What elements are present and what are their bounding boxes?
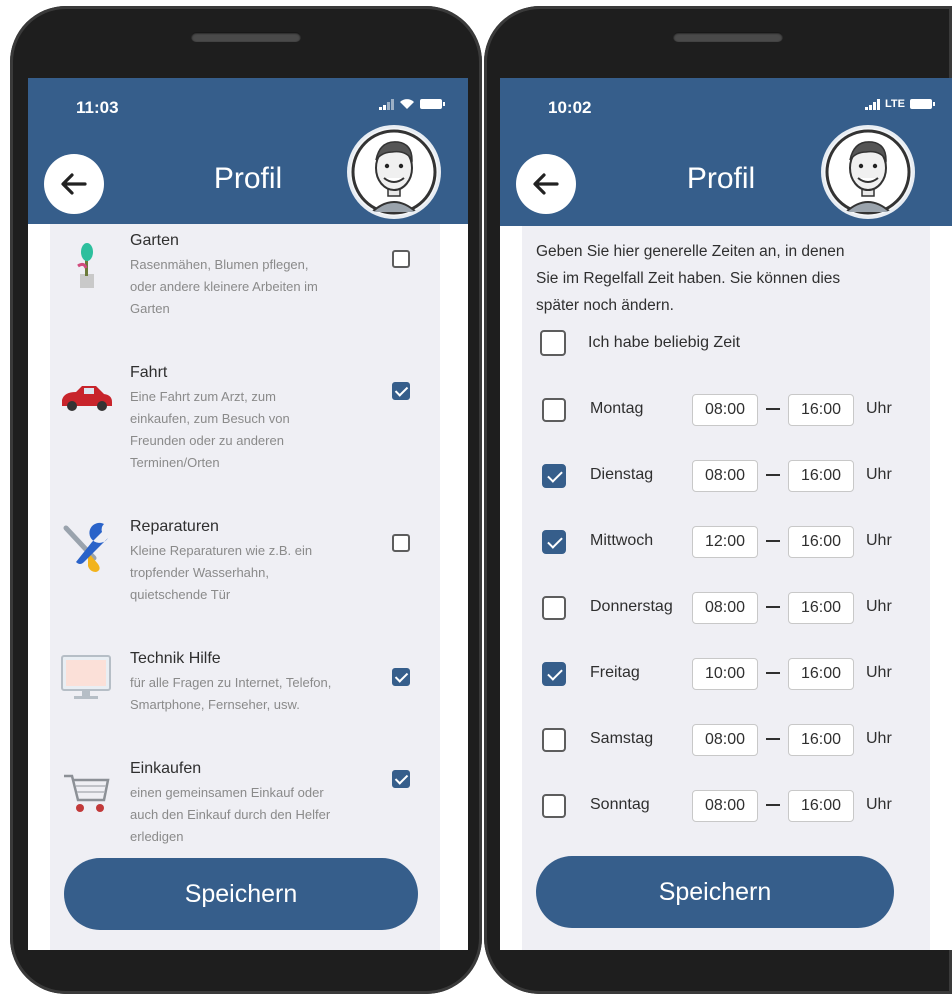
- signal-icon: [865, 98, 881, 110]
- checkbox-garten[interactable]: [392, 250, 410, 268]
- service-description: einen gemeinsamen Einkauf oder auch den …: [130, 785, 331, 844]
- day-row-sonntag: Sonntag 08:00 16:00 Uhr: [536, 788, 930, 824]
- battery-icon: [420, 99, 445, 109]
- app-header: 10:02 LTE Profil: [500, 78, 952, 226]
- speaker-grille: [191, 32, 301, 42]
- service-title: Einkaufen: [130, 760, 202, 777]
- status-icons: [379, 98, 445, 110]
- checkbox-fahrt[interactable]: [392, 382, 410, 400]
- day-label: Mittwoch: [590, 532, 654, 549]
- checkbox-montag[interactable]: [542, 398, 566, 422]
- checkbox-donnerstag[interactable]: [542, 596, 566, 620]
- day-row-freitag: Freitag 10:00 16:00 Uhr: [536, 656, 930, 692]
- plant-icon: [77, 243, 94, 288]
- unit-label: Uhr: [866, 466, 892, 483]
- network-type: LTE: [885, 98, 905, 110]
- avatar[interactable]: [824, 128, 912, 216]
- cartoon-face-icon: [825, 129, 911, 215]
- time-from-input[interactable]: 08:00: [692, 592, 758, 624]
- time-from-input[interactable]: 10:00: [692, 658, 758, 690]
- unit-label: Uhr: [866, 664, 892, 681]
- time-to-input[interactable]: 16:00: [788, 658, 854, 690]
- unit-label: Uhr: [866, 400, 892, 417]
- time-from-input[interactable]: 08:00: [692, 724, 758, 756]
- day-row-montag: Montag 08:00 16:00 Uhr: [536, 392, 930, 428]
- time-from-input[interactable]: 08:00: [692, 790, 758, 822]
- unit-label: Uhr: [866, 532, 892, 549]
- day-row-samstag: Samstag 08:00 16:00 Uhr: [536, 722, 930, 758]
- range-dash: [766, 738, 780, 740]
- service-description: Eine Fahrt zum Arzt, zum einkaufen, zum …: [130, 389, 290, 470]
- monitor-icon: [61, 655, 111, 699]
- app-header: 11:03 Profil: [28, 78, 468, 224]
- any-time-label: Ich habe beliebig Zeit: [588, 334, 741, 351]
- save-button[interactable]: Speichern: [64, 858, 418, 930]
- save-button[interactable]: Speichern: [536, 856, 894, 928]
- cart-icon: [64, 774, 110, 812]
- checkbox-reparaturen[interactable]: [392, 534, 410, 552]
- service-description: Rasenmähen, Blumen pflegen, oder andere …: [130, 257, 318, 316]
- availability-form: Geben Sie hier generelle Zeiten an, in d…: [522, 226, 930, 950]
- service-title: Technik Hilfe: [130, 650, 221, 667]
- cartoon-face-icon: [351, 129, 437, 215]
- time-from-input[interactable]: 08:00: [692, 460, 758, 492]
- status-time: 11:03: [76, 98, 119, 117]
- avatar[interactable]: [350, 128, 438, 216]
- range-dash: [766, 474, 780, 476]
- services-list: Garten Rasenmähen, Blumen pflegen, oder …: [50, 224, 440, 950]
- day-label: Sonntag: [590, 796, 650, 813]
- checkbox-any-time[interactable]: [540, 330, 566, 356]
- car-icon: [62, 386, 112, 411]
- checkbox-technik-hilfe[interactable]: [392, 668, 410, 686]
- profile-availability-screen: 10:02 LTE Profil Geben Sie hier generell…: [500, 78, 952, 950]
- range-dash: [766, 606, 780, 608]
- checkbox-sonntag[interactable]: [542, 794, 566, 818]
- service-title: Reparaturen: [130, 518, 219, 535]
- service-description: für alle Fragen zu Internet, Telefon, Sm…: [130, 675, 332, 712]
- checkbox-samstag[interactable]: [542, 728, 566, 752]
- time-from-input[interactable]: 12:00: [692, 526, 758, 558]
- checkbox-dienstag[interactable]: [542, 464, 566, 488]
- unit-label: Uhr: [866, 730, 892, 747]
- day-label: Samstag: [590, 730, 654, 747]
- time-to-input[interactable]: 16:00: [788, 592, 854, 624]
- service-description: Kleine Reparaturen wie z.B. ein tropfend…: [130, 543, 313, 602]
- wifi-icon: [400, 99, 414, 109]
- day-label: Freitag: [590, 664, 640, 681]
- signal-icon: [379, 98, 394, 110]
- range-dash: [766, 408, 780, 410]
- intro-text: Geben Sie hier generelle Zeiten an, in d…: [536, 243, 845, 314]
- day-row-mittwoch: Mittwoch 12:00 16:00 Uhr: [536, 524, 930, 560]
- tools-icon: [63, 522, 108, 572]
- day-label: Dienstag: [590, 466, 654, 483]
- day-row-dienstag: Dienstag 08:00 16:00 Uhr: [536, 458, 930, 494]
- time-from-input[interactable]: 08:00: [692, 394, 758, 426]
- service-title: Garten: [130, 232, 179, 249]
- unit-label: Uhr: [866, 598, 892, 615]
- time-to-input[interactable]: 16:00: [788, 460, 854, 492]
- range-dash: [766, 672, 780, 674]
- checkbox-mittwoch[interactable]: [542, 530, 566, 554]
- time-to-input[interactable]: 16:00: [788, 394, 854, 426]
- time-to-input[interactable]: 16:00: [788, 790, 854, 822]
- range-dash: [766, 540, 780, 542]
- service-title: Fahrt: [130, 364, 168, 381]
- checkbox-freitag[interactable]: [542, 662, 566, 686]
- unit-label: Uhr: [866, 796, 892, 813]
- battery-icon: [910, 99, 935, 109]
- time-to-input[interactable]: 16:00: [788, 526, 854, 558]
- left-phone-frame: 11:03 Profil Garten Rasenmähen, Blumen p…: [10, 6, 482, 994]
- day-label: Donnerstag: [590, 598, 673, 615]
- time-to-input[interactable]: 16:00: [788, 724, 854, 756]
- right-phone-frame: 10:02 LTE Profil Geben Sie hier generell…: [484, 6, 952, 994]
- day-label: Montag: [590, 400, 644, 417]
- status-icons: LTE: [865, 98, 935, 110]
- profile-services-screen: 11:03 Profil Garten Rasenmähen, Blumen p…: [28, 78, 468, 950]
- range-dash: [766, 804, 780, 806]
- status-time: 10:02: [548, 98, 592, 117]
- day-row-donnerstag: Donnerstag 08:00 16:00 Uhr: [536, 590, 930, 626]
- speaker-grille: [673, 32, 783, 42]
- checkbox-einkaufen[interactable]: [392, 770, 410, 788]
